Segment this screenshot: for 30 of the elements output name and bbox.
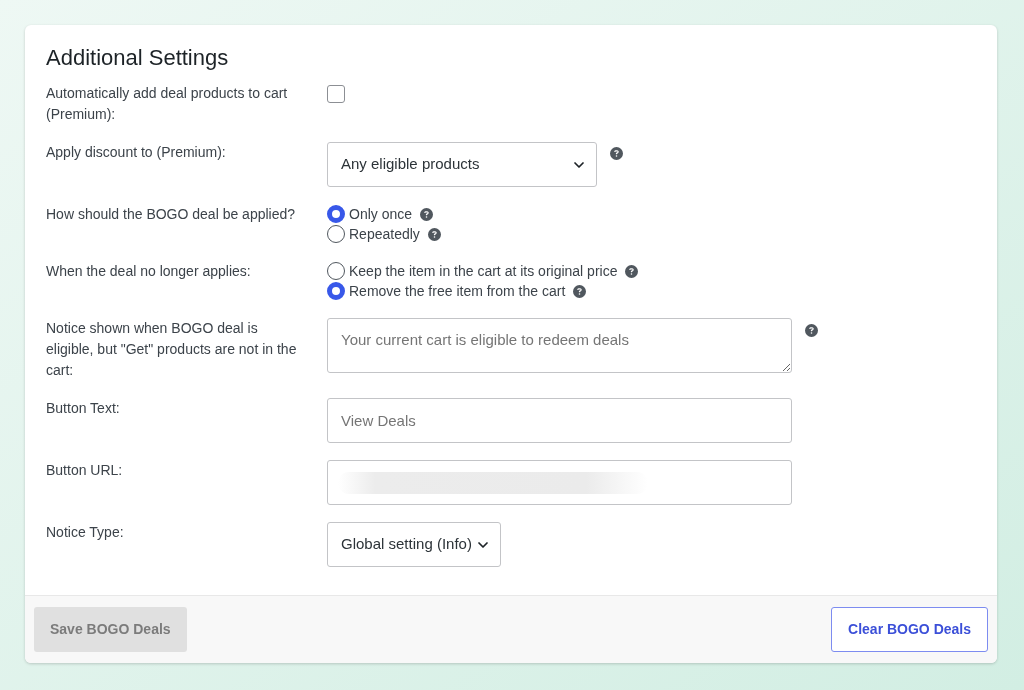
radio-button[interactable]	[327, 225, 345, 243]
radio-button[interactable]	[327, 205, 345, 223]
help-icon[interactable]	[573, 284, 587, 298]
radio-button[interactable]	[327, 262, 345, 280]
checkbox[interactable]	[327, 85, 345, 103]
help-icon[interactable]	[610, 147, 623, 160]
radio-button[interactable]	[327, 282, 345, 300]
setting-label: Notice shown when BOGO deal is eligible, but "Get" products are not in the cart:	[46, 319, 298, 380]
url-input-field[interactable]	[327, 460, 792, 505]
setting-label: Automatically add deal products to cart (Premium):	[46, 84, 289, 124]
text-input-field[interactable]: View Deals	[327, 398, 792, 443]
dropdown[interactable]: Global setting (Info)	[327, 522, 501, 567]
setting-label: When the deal no longer applies:	[46, 262, 252, 281]
notice-textarea[interactable]: Your current cart is eligible to redeem deals	[327, 318, 792, 373]
setting-label: Button Text:	[46, 399, 121, 418]
help-icon[interactable]	[805, 324, 818, 337]
setting-label: Apply discount to (Premium):	[46, 143, 227, 162]
help-icon[interactable]	[420, 207, 434, 221]
radio-label[interactable]: Only once	[349, 204, 413, 224]
radio-label[interactable]: Remove the free item from the cart	[349, 281, 566, 301]
dropdown[interactable]: Any eligible products	[327, 142, 597, 187]
help-icon[interactable]	[427, 227, 441, 241]
help-icon[interactable]	[625, 264, 639, 278]
setting-label: Notice Type:	[46, 523, 125, 542]
section-title: Additional Settings	[46, 44, 229, 72]
setting-label: How should the BOGO deal be applied?	[46, 205, 297, 224]
radio-label[interactable]: Repeatedly	[349, 224, 420, 244]
clear-button[interactable]: Clear BOGO Deals	[831, 607, 988, 652]
radio-label[interactable]: Keep the item in the cart at its original price	[349, 261, 618, 281]
setting-label: Button URL:	[46, 461, 124, 480]
